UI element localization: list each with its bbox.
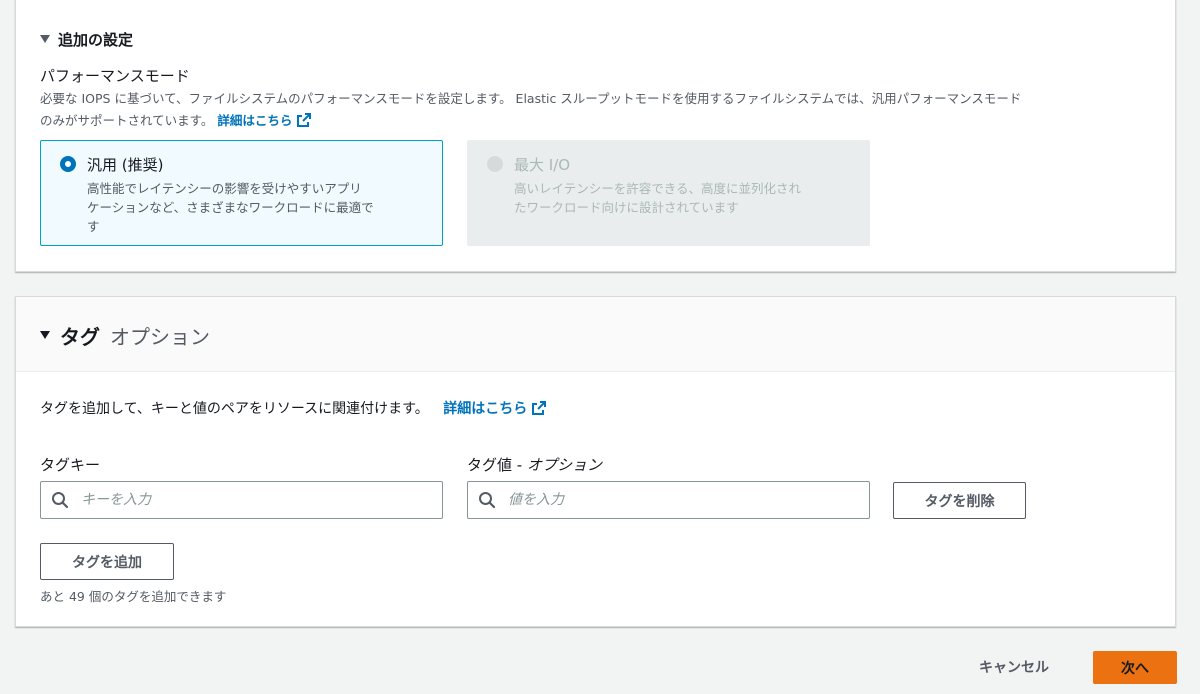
general-purpose-title: 汎用 (推奨) xyxy=(87,156,164,174)
page: 追加の設定 パフォーマンスモード 必要な IOPS に基づいて、ファイルシステム… xyxy=(0,0,1200,694)
remaining-tags-hint: あと 49 個のタグを追加できます xyxy=(40,589,227,604)
performance-mode-desc-line2: のみがサポートされています。 xyxy=(40,113,214,128)
max-io-description: 高いレイテンシーを許容できる、高度に並列化され たワークロード向けに設計されてい… xyxy=(514,179,853,217)
additional-settings-title: 追加の設定 xyxy=(58,30,134,49)
tags-learn-more-link[interactable]: 詳細はこちら xyxy=(443,401,547,417)
tags-panel-header: タグ オプション xyxy=(16,297,1175,372)
max-io-desc-line2: たワークロード向けに設計されています xyxy=(514,200,739,215)
remove-tag-button[interactable]: タグを削除 xyxy=(893,482,1026,519)
additional-settings-panel: 追加の設定 パフォーマンスモード 必要な IOPS に基づいて、ファイルシステム… xyxy=(15,0,1176,272)
add-tag-button[interactable]: タグを追加 xyxy=(40,543,174,580)
external-link-icon xyxy=(532,401,547,415)
tags-optional-label: オプション xyxy=(110,324,210,349)
tags-description-text: タグを追加して、キーと値のペアをリソースに関連付けます。 xyxy=(40,401,429,417)
performance-mode-max-io-tile: 最大 I/O 高いレイテンシーを許容できる、高度に並列化され たワークロード向け… xyxy=(467,140,870,246)
general-purpose-desc-line2: ケーションなど、さまざまなワークロードに最適で xyxy=(87,200,374,215)
tag-key-input[interactable] xyxy=(81,492,421,508)
additional-settings-toggle[interactable]: 追加の設定 xyxy=(40,28,133,50)
learn-more-label: 詳細はこちら xyxy=(217,113,293,128)
tag-value-label: タグ値 - オプション xyxy=(467,454,602,475)
tag-value-input[interactable] xyxy=(508,492,848,508)
radio-selected-icon[interactable] xyxy=(60,156,76,172)
tag-value-search-box[interactable] xyxy=(467,481,870,519)
general-purpose-desc-line3: す xyxy=(87,219,100,234)
next-button[interactable]: 次へ xyxy=(1093,651,1177,684)
max-io-title: 最大 I/O xyxy=(514,156,571,174)
max-io-desc-line1: 高いレイテンシーを許容できる、高度に並列化され xyxy=(514,181,802,196)
learn-more-label: 詳細はこちら xyxy=(443,401,528,417)
tags-title: タグ xyxy=(60,324,100,349)
tag-value-label-main: タグ値 - xyxy=(467,456,527,474)
performance-mode-general-purpose-tile[interactable]: 汎用 (推奨) 高性能でレイテンシーの影響を受けやすいアプリ ケーションなど、さ… xyxy=(40,140,443,246)
external-link-icon xyxy=(297,113,312,127)
cancel-button[interactable]: キャンセル xyxy=(960,651,1068,683)
performance-mode-desc-line1: 必要な IOPS に基づいて、ファイルシステムのパフォーマンスモードを設定します… xyxy=(40,91,1022,106)
search-icon xyxy=(479,492,496,509)
tags-panel: タグ オプション タグを追加して、キーと値のペアをリソースに関連付けます。 詳細… xyxy=(15,296,1176,627)
performance-mode-learn-more-link[interactable]: 詳細はこちら xyxy=(217,113,312,128)
radio-disabled-icon xyxy=(487,156,503,172)
performance-mode-description: 必要な IOPS に基づいて、ファイルシステムのパフォーマンスモードを設定します… xyxy=(40,88,1150,132)
caret-down-icon xyxy=(40,331,50,339)
tags-section-toggle[interactable]: タグ オプション xyxy=(40,321,210,349)
tag-key-label: タグキー xyxy=(40,456,101,474)
performance-mode-label: パフォーマンスモード xyxy=(40,67,190,85)
tags-description: タグを追加して、キーと値のペアをリソースに関連付けます。 詳細はこちら xyxy=(40,398,547,418)
tag-value-label-optional: オプション xyxy=(526,456,602,474)
general-purpose-desc-line1: 高性能でレイテンシーの影響を受けやすいアプリ xyxy=(87,181,362,196)
general-purpose-description: 高性能でレイテンシーの影響を受けやすいアプリ ケーションなど、さまざまなワークロ… xyxy=(87,179,426,236)
caret-down-icon xyxy=(40,35,50,43)
search-icon xyxy=(52,492,69,509)
tag-key-search-box[interactable] xyxy=(40,481,443,519)
